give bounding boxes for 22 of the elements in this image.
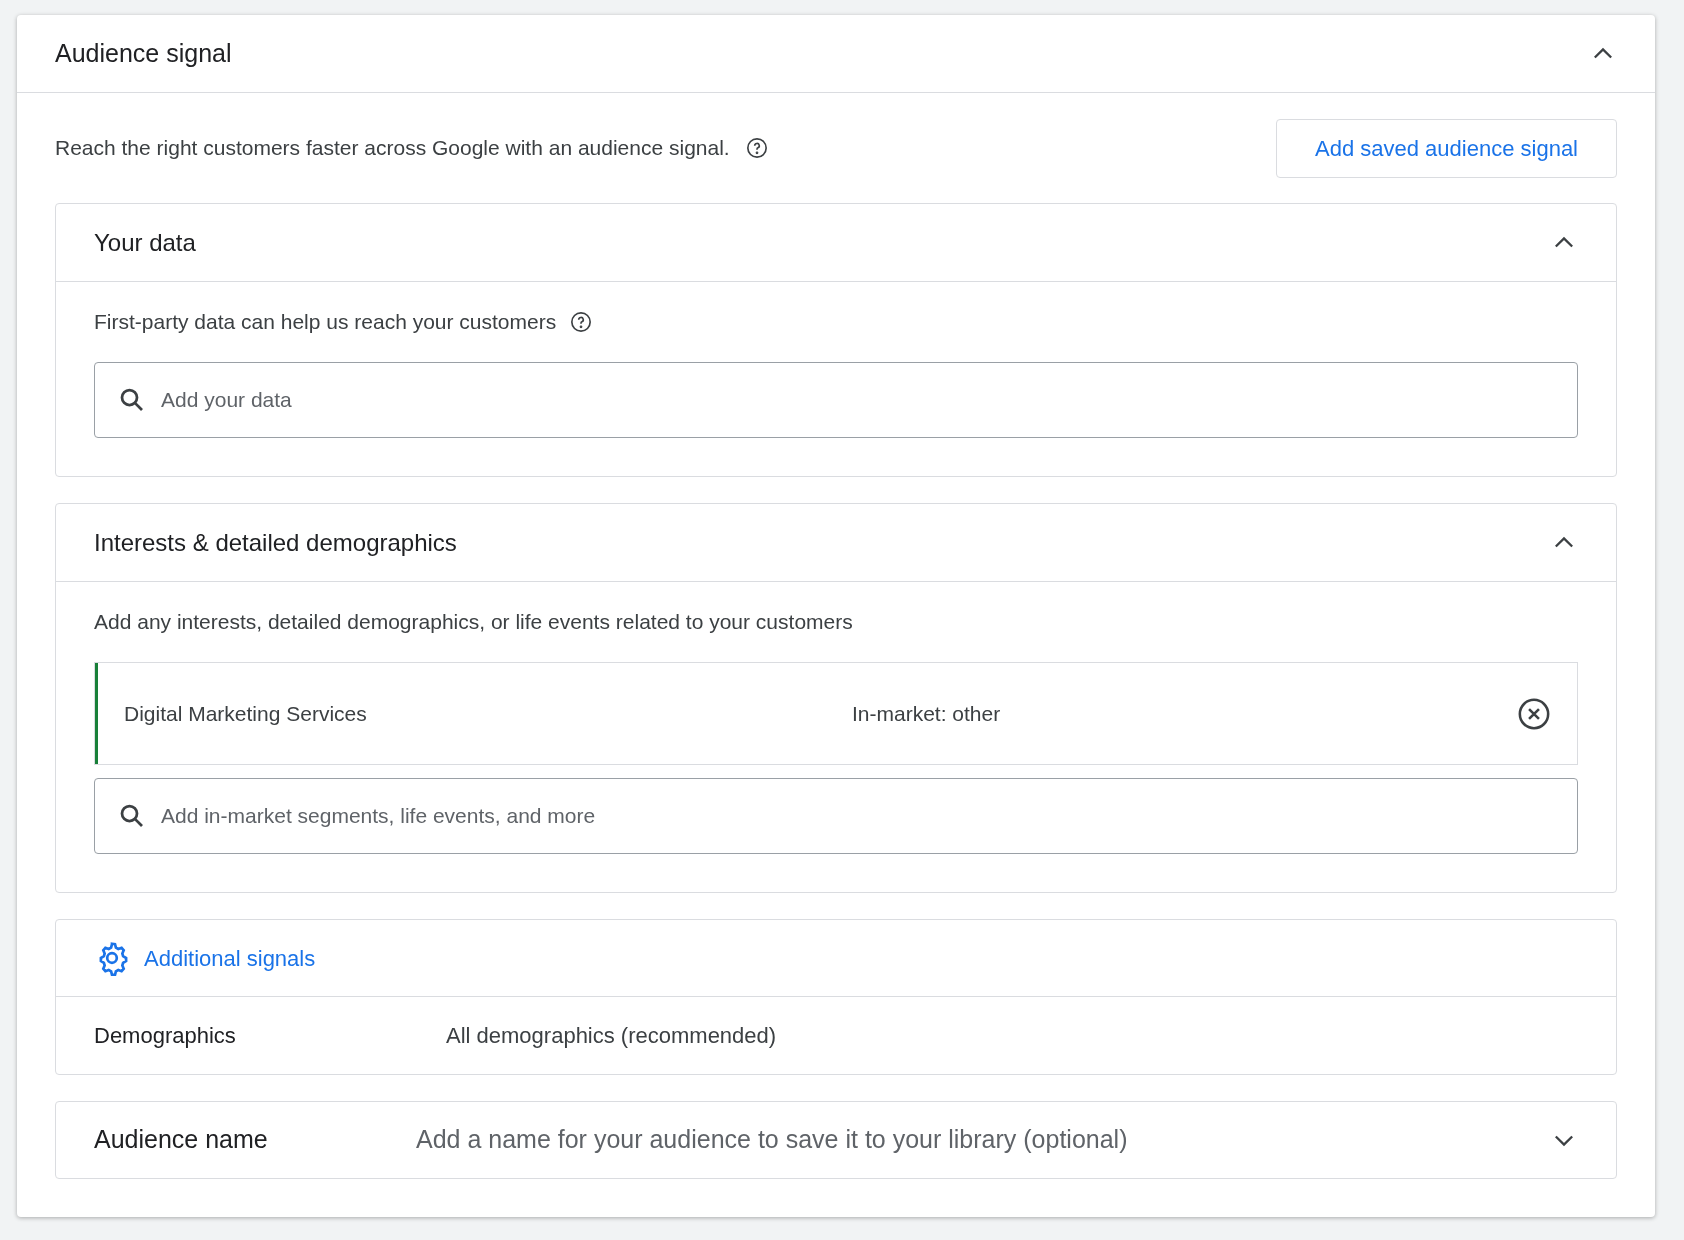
panel-title: Audience signal xyxy=(55,37,232,69)
help-icon[interactable] xyxy=(570,311,593,333)
audience-name-card[interactable]: Audience name Add a name for your audience to save it to your library (optional) xyxy=(55,1101,1617,1179)
help-icon[interactable] xyxy=(745,137,768,159)
section-title: Your data xyxy=(94,227,196,258)
intro-text: Reach the right customers faster across Google with an audience signal. xyxy=(55,135,730,162)
audience-name-placeholder: Add a name for your audience to save it to your library (optional) xyxy=(416,1124,1129,1156)
segment-name: Digital Marketing Services xyxy=(124,700,368,727)
search-input[interactable]: Add in-market segments, life events, and more xyxy=(161,800,1555,832)
remove-icon[interactable] xyxy=(1517,696,1551,731)
row-value: All demographics (recommended) xyxy=(446,1022,777,1050)
audience-name-label: Audience name xyxy=(94,1124,269,1156)
search-field[interactable]: Add in-market segments, life events, and more xyxy=(94,778,1578,854)
row-label: Demographics xyxy=(94,1022,237,1050)
search-input[interactable]: Add your data xyxy=(161,384,1555,416)
section-description: First-party data can help us reach your customers xyxy=(94,309,557,336)
add-saved-audience-button[interactable]: Add saved audience signal xyxy=(1276,118,1617,178)
segment-type: In-market: other xyxy=(852,700,1002,727)
search-field[interactable]: Add your data xyxy=(94,362,1578,438)
section-description: Add any interests, detailed demographics, or life events related to your customers xyxy=(94,609,853,636)
additional-signals-link[interactable]: Additional signals xyxy=(144,941,316,975)
section-title: Interests & detailed demographics xyxy=(94,527,457,558)
